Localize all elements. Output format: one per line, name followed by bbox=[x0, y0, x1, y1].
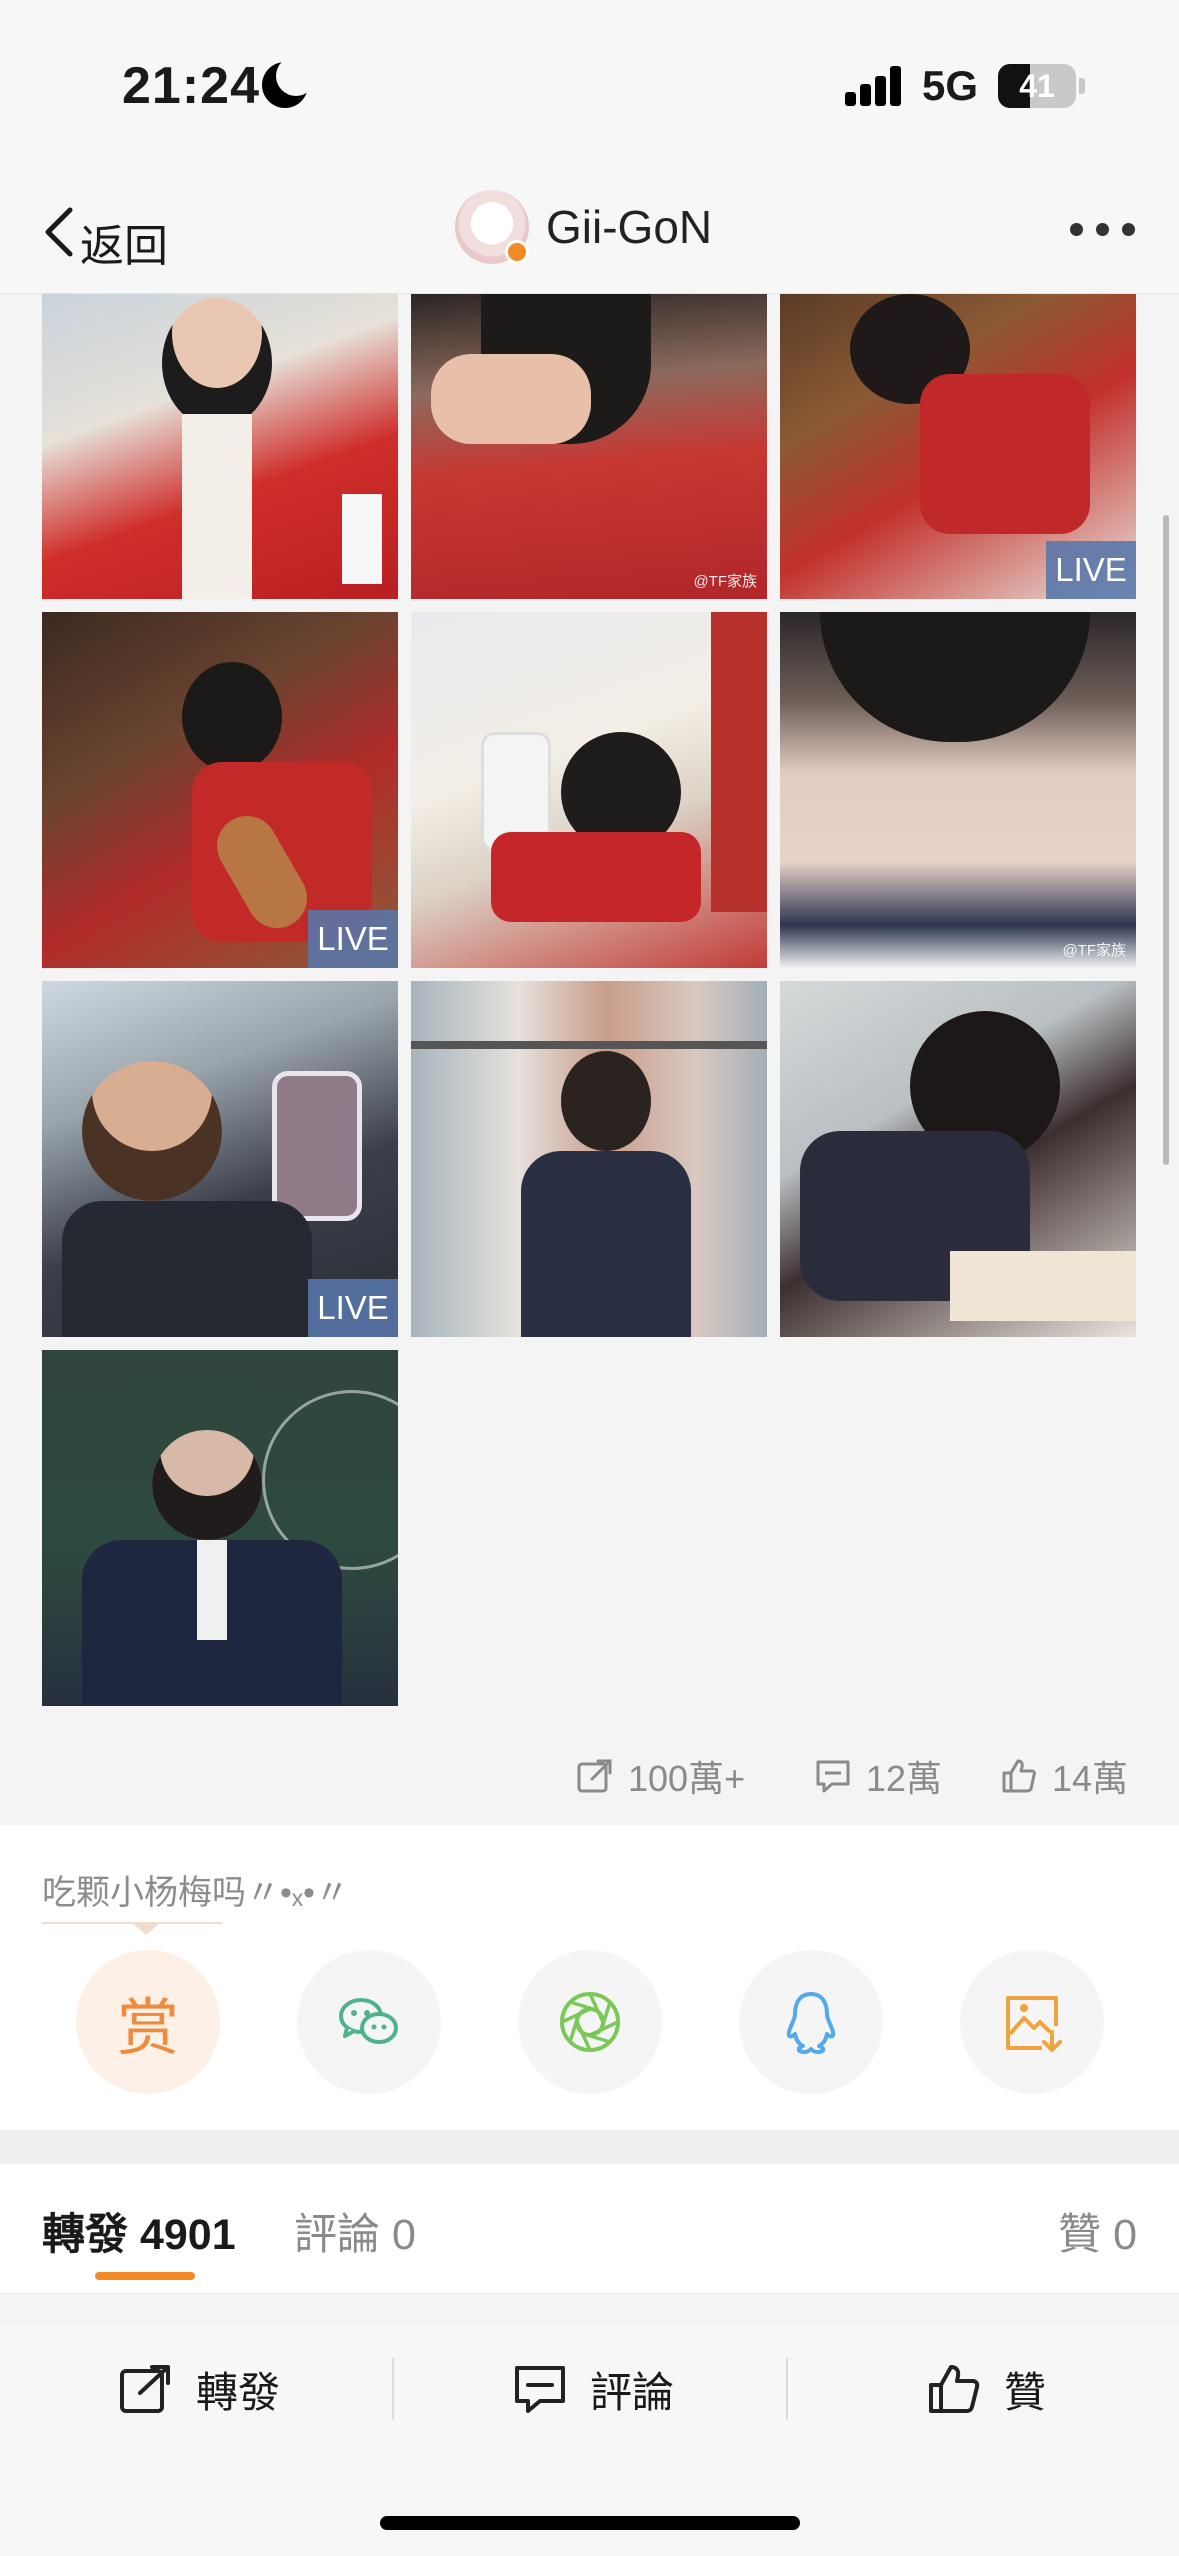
photo-9[interactable] bbox=[780, 981, 1136, 1337]
battery-icon: 41 bbox=[998, 64, 1076, 108]
moon-icon bbox=[262, 56, 316, 108]
repost-icon bbox=[577, 1759, 612, 1793]
live-badge: LIVE bbox=[308, 1279, 398, 1337]
scrollbar[interactable] bbox=[1163, 515, 1169, 1165]
photo-3[interactable]: LIVE bbox=[780, 294, 1136, 599]
like-count[interactable]: 14萬 bbox=[1000, 1751, 1128, 1801]
status-bar: 21:24 5G 41 bbox=[0, 0, 1179, 170]
comment-button[interactable]: 評論 bbox=[512, 2354, 674, 2424]
share-caption: 吃颗小杨梅吗〃•ₓ•〃 bbox=[42, 1874, 349, 1912]
comment-icon bbox=[816, 1760, 850, 1793]
watermark: @TF家族 bbox=[693, 573, 757, 590]
repost-icon bbox=[120, 2365, 170, 2413]
qq-icon bbox=[786, 1992, 836, 2054]
qq-share-button[interactable] bbox=[739, 1950, 883, 2094]
reward-icon: 赏 bbox=[116, 1991, 179, 2064]
repost-count[interactable]: 100萬+ bbox=[576, 1751, 745, 1801]
wechat-share-button[interactable] bbox=[297, 1950, 441, 2094]
photo-6[interactable]: @TF家族 bbox=[780, 612, 1136, 968]
live-badge: LIVE bbox=[1046, 541, 1136, 599]
save-image-button[interactable] bbox=[960, 1950, 1104, 2094]
watermark: @TF家族 bbox=[1062, 942, 1126, 959]
nav-bar: 返回 Gii-GoN bbox=[0, 170, 1179, 294]
comment-count[interactable]: 12萬 bbox=[814, 1751, 942, 1801]
photo-1[interactable] bbox=[42, 294, 398, 599]
back-label: 返回 bbox=[80, 222, 168, 271]
comment-icon bbox=[515, 2366, 565, 2413]
photo-5[interactable] bbox=[411, 612, 767, 968]
signal-icon bbox=[845, 66, 903, 106]
save-image-icon bbox=[1006, 1996, 1062, 2052]
share-section: 吃颗小杨梅吗〃•ₓ•〃 赏 bbox=[0, 1825, 1179, 2130]
tab-repost[interactable]: 轉發 4901 bbox=[42, 2200, 236, 2262]
page-title[interactable]: Gii-GoN bbox=[546, 200, 712, 254]
battery-level: 41 bbox=[1019, 68, 1055, 104]
wechat-icon bbox=[339, 1998, 398, 2044]
tab-like[interactable]: 贊 0 bbox=[1058, 2200, 1137, 2262]
verified-badge-icon bbox=[505, 240, 529, 264]
photo-7[interactable]: LIVE bbox=[42, 981, 398, 1337]
tab-bar: 轉發 4901 評論 0 贊 0 bbox=[0, 2164, 1179, 2294]
photo-8[interactable] bbox=[411, 981, 767, 1337]
chevron-left-icon bbox=[45, 207, 73, 257]
stats-row: 100萬+ 12萬 14萬 bbox=[0, 1735, 1179, 1815]
repost-button[interactable]: 轉發 bbox=[118, 2354, 280, 2424]
reward-button[interactable]: 赏 bbox=[76, 1950, 220, 2094]
back-button[interactable]: 返回 bbox=[30, 196, 190, 271]
moments-share-button[interactable] bbox=[518, 1950, 662, 2094]
moments-icon bbox=[560, 1992, 620, 2052]
tab-indicator bbox=[95, 2272, 195, 2280]
live-badge: LIVE bbox=[308, 910, 398, 968]
thumbs-up-icon bbox=[929, 2365, 980, 2413]
photo-2[interactable]: @TF家族 bbox=[411, 294, 767, 599]
more-icon[interactable] bbox=[1066, 220, 1140, 240]
photo-10[interactable] bbox=[42, 1350, 398, 1706]
like-button[interactable]: 贊 bbox=[926, 2354, 1046, 2424]
tab-comment[interactable]: 評論 0 bbox=[294, 2200, 416, 2262]
photo-4[interactable]: LIVE bbox=[42, 612, 398, 968]
network-type: 5G bbox=[922, 62, 979, 109]
status-time: 21:24 bbox=[122, 57, 260, 115]
thumbs-up-icon bbox=[1002, 1759, 1036, 1793]
home-indicator bbox=[380, 2516, 800, 2530]
